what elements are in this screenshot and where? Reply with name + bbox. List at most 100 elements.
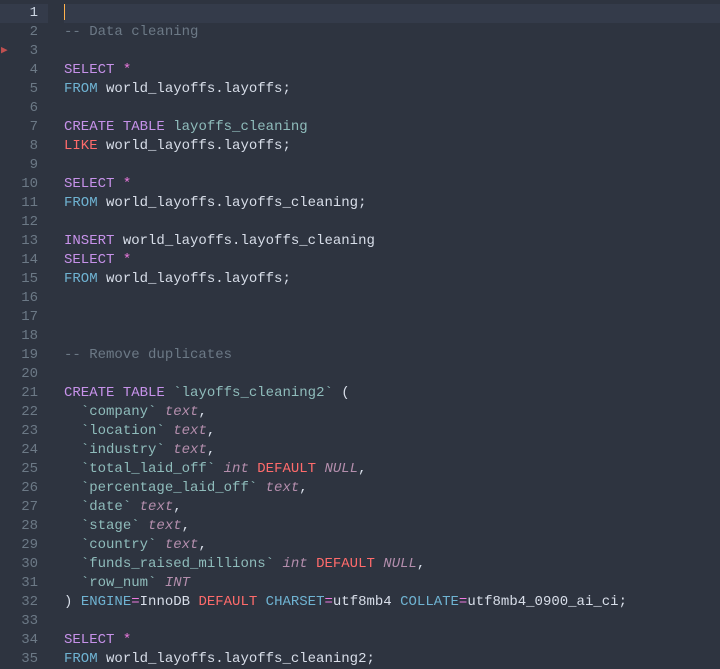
token <box>72 594 80 610</box>
line-number[interactable]: 31 <box>0 574 48 593</box>
line-number[interactable]: 27 <box>0 498 48 517</box>
code-line[interactable]: FROM world_layoffs.layoffs; <box>64 80 720 99</box>
code-editor[interactable]: 1234567891011121314151617181920212223242… <box>0 0 720 669</box>
line-number[interactable]: 20 <box>0 365 48 384</box>
line-number[interactable]: 6 <box>0 99 48 118</box>
code-line[interactable] <box>64 99 720 118</box>
line-number[interactable]: 11 <box>0 194 48 213</box>
token: = <box>324 594 332 610</box>
line-number[interactable]: 16 <box>0 289 48 308</box>
code-area[interactable]: -- Data cleaning SELECT *FROM world_layo… <box>48 0 720 669</box>
token <box>156 537 164 553</box>
code-line[interactable]: FROM world_layoffs.layoffs_cleaning2; <box>64 650 720 669</box>
code-line[interactable]: `industry` text, <box>64 441 720 460</box>
line-number[interactable]: 4 <box>0 61 48 80</box>
token: utf8mb4_0900_ai_ci <box>467 594 618 610</box>
line-number[interactable]: 28 <box>0 517 48 536</box>
code-line[interactable]: FROM world_layoffs.layoffs_cleaning; <box>64 194 720 213</box>
line-number[interactable]: 25 <box>0 460 48 479</box>
code-line[interactable] <box>64 289 720 308</box>
code-line[interactable]: `company` text, <box>64 403 720 422</box>
line-number[interactable]: 32 <box>0 593 48 612</box>
line-number[interactable]: 22 <box>0 403 48 422</box>
line-number-gutter[interactable]: 1234567891011121314151617181920212223242… <box>0 0 48 669</box>
code-line[interactable]: `row_num` INT <box>64 574 720 593</box>
token: utf8mb4 <box>333 594 400 610</box>
line-number[interactable]: 19 <box>0 346 48 365</box>
token <box>165 423 173 439</box>
line-number[interactable]: 34 <box>0 631 48 650</box>
code-line[interactable]: INSERT world_layoffs.layoffs_cleaning <box>64 232 720 251</box>
line-number[interactable]: 9 <box>0 156 48 175</box>
line-number[interactable]: 17 <box>0 308 48 327</box>
code-line[interactable]: CREATE TABLE `layoffs_cleaning2` ( <box>64 384 720 403</box>
code-line[interactable]: `percentage_laid_off` text, <box>64 479 720 498</box>
token <box>131 499 139 515</box>
code-line[interactable]: -- Data cleaning <box>64 23 720 42</box>
code-line[interactable]: LIKE world_layoffs.layoffs; <box>64 137 720 156</box>
token: `total_laid_off` <box>81 461 215 477</box>
token <box>165 385 173 401</box>
code-line[interactable]: -- Remove duplicates <box>64 346 720 365</box>
line-number[interactable]: 23 <box>0 422 48 441</box>
line-number[interactable]: 12 <box>0 213 48 232</box>
token <box>249 461 257 477</box>
code-line[interactable]: SELECT * <box>64 251 720 270</box>
code-line[interactable]: FROM world_layoffs.layoffs; <box>64 270 720 289</box>
line-number[interactable]: 24 <box>0 441 48 460</box>
code-line[interactable] <box>64 327 720 346</box>
line-number[interactable]: 29 <box>0 536 48 555</box>
token <box>114 385 122 401</box>
line-number[interactable]: 18 <box>0 327 48 346</box>
token: SELECT <box>64 176 114 192</box>
token <box>64 575 81 591</box>
token: world_layoffs <box>98 271 216 287</box>
line-number[interactable]: 1 <box>0 4 48 23</box>
code-line[interactable]: CREATE TABLE layoffs_cleaning <box>64 118 720 137</box>
line-number[interactable]: 2 <box>0 23 48 42</box>
code-line[interactable]: `country` text, <box>64 536 720 555</box>
line-number[interactable]: 7 <box>0 118 48 137</box>
line-number[interactable]: 15 <box>0 270 48 289</box>
token <box>114 632 122 648</box>
code-line[interactable] <box>64 308 720 327</box>
code-line[interactable]: ) ENGINE=InnoDB DEFAULT CHARSET=utf8mb4 … <box>64 593 720 612</box>
error-marker-icon[interactable]: ▶ <box>0 42 6 61</box>
token: DEFAULT <box>316 556 375 572</box>
code-line[interactable]: SELECT * <box>64 631 720 650</box>
line-number[interactable]: 5 <box>0 80 48 99</box>
line-number[interactable]: 30 <box>0 555 48 574</box>
text-cursor <box>64 4 65 20</box>
token: world_layoffs <box>98 651 216 667</box>
code-line[interactable] <box>64 612 720 631</box>
token: INT <box>165 575 190 591</box>
token: * <box>123 62 131 78</box>
token <box>64 442 81 458</box>
code-line[interactable]: `date` text, <box>64 498 720 517</box>
code-line[interactable]: `stage` text, <box>64 517 720 536</box>
token: ; <box>358 195 366 211</box>
code-line[interactable]: SELECT * <box>64 175 720 194</box>
line-number[interactable]: 14 <box>0 251 48 270</box>
token <box>114 252 122 268</box>
line-number[interactable]: 10 <box>0 175 48 194</box>
code-line[interactable] <box>64 213 720 232</box>
line-number[interactable]: 26 <box>0 479 48 498</box>
code-line[interactable]: `total_laid_off` int DEFAULT NULL, <box>64 460 720 479</box>
token <box>257 594 265 610</box>
line-number[interactable]: 13 <box>0 232 48 251</box>
line-number[interactable]: 21 <box>0 384 48 403</box>
code-line[interactable]: SELECT * <box>64 61 720 80</box>
line-number[interactable]: 35 <box>0 650 48 669</box>
token <box>156 575 164 591</box>
code-line[interactable]: `location` text, <box>64 422 720 441</box>
code-line[interactable] <box>64 156 720 175</box>
token: FROM <box>64 81 98 97</box>
code-line[interactable]: `funds_raised_millions` int DEFAULT NULL… <box>64 555 720 574</box>
token: layoffs <box>224 271 283 287</box>
line-number[interactable]: 33 <box>0 612 48 631</box>
code-line[interactable] <box>64 365 720 384</box>
code-line[interactable] <box>64 4 720 23</box>
code-line[interactable] <box>64 42 720 61</box>
line-number[interactable]: 8 <box>0 137 48 156</box>
